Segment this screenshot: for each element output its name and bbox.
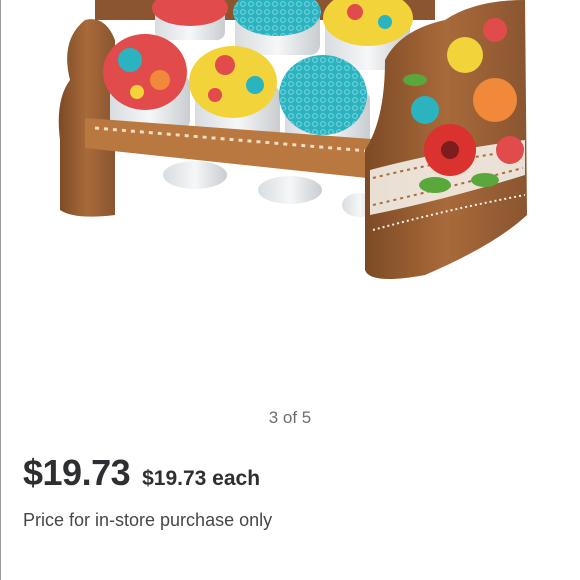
price-note: Price for in-store purchase only <box>23 510 273 530</box>
product-image[interactable] <box>55 0 535 290</box>
spice-rack-illustration <box>58 0 527 279</box>
price-per-unit: $19.73 each <box>142 467 261 490</box>
image-counter: 3 of 5 <box>268 408 312 427</box>
price-main: $19.73 <box>23 452 131 493</box>
left-border <box>0 0 1 580</box>
price-row: $19.73 $19.73 each <box>23 452 260 494</box>
